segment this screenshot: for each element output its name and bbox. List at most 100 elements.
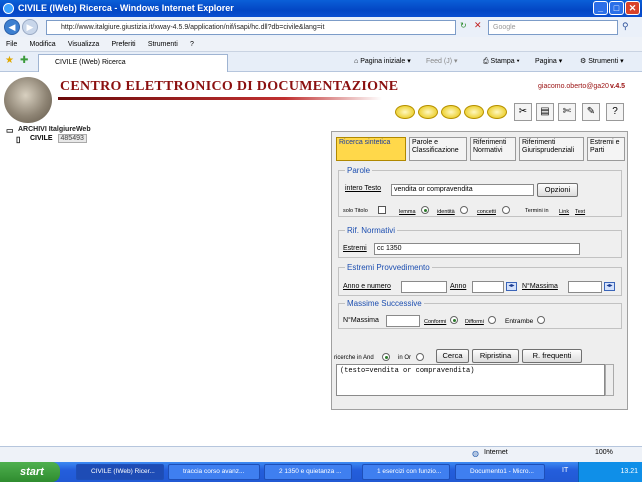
testo-label[interactable]: intero Testo <box>345 185 381 192</box>
anno-numero-input[interactable] <box>401 281 447 293</box>
anno-input[interactable] <box>472 281 504 293</box>
taskbar-item[interactable]: Documento1 - Micro... <box>455 464 545 480</box>
taskbar-item[interactable]: CIVILE (IWeb) Ricer... <box>76 464 164 480</box>
search-form-panel: Ricerca sintetica Parole e Classificazio… <box>331 131 628 410</box>
toolbar-oval-button[interactable] <box>464 105 484 119</box>
and-radio[interactable] <box>382 353 390 361</box>
back-button[interactable]: ◀ <box>4 19 20 35</box>
clock: 13.21 <box>620 468 638 475</box>
tree-root[interactable]: ▭ ARCHIVI ItalgiureWeb <box>6 126 91 135</box>
nmassima-label[interactable]: N°Massima <box>522 283 558 290</box>
search-icon[interactable]: ⚲ <box>622 21 629 32</box>
tab-parole-classificazione[interactable]: Parole e Classificazione <box>409 137 467 161</box>
testo-input[interactable]: vendita or compravendita <box>391 184 534 196</box>
tree-root-label: ARCHIVI ItalgiureWeb <box>18 126 91 133</box>
toolbar-oval-button[interactable] <box>441 105 461 119</box>
or-radio[interactable] <box>416 353 424 361</box>
feed-label: Feed (J) <box>426 58 453 65</box>
menu-visualizza[interactable]: Visualizza <box>68 37 99 52</box>
anno-numero-label[interactable]: Anno e numero <box>343 283 391 290</box>
refresh-icon[interactable]: ↻ <box>460 21 467 30</box>
menu-modifica[interactable]: Modifica <box>30 37 56 52</box>
tab-estremi-parti[interactable]: Estremi e Parti <box>587 137 625 161</box>
toolbar-oval-button[interactable] <box>418 105 438 119</box>
estremi-label[interactable]: Estremi <box>343 245 367 252</box>
lookup-arrows-icon[interactable]: ◂▸ <box>506 282 517 291</box>
toolbar-oval-button[interactable] <box>395 105 415 119</box>
taskbar-item-label: CIVILE (IWeb) Ricer... <box>91 468 155 475</box>
termini-label: Termini in <box>525 208 549 214</box>
menu-preferiti[interactable]: Preferiti <box>111 37 135 52</box>
close-button[interactable]: ✕ <box>625 1 640 15</box>
version-label: v.4.5 <box>610 83 626 90</box>
stop-icon[interactable]: ✕ <box>474 20 482 31</box>
anno-label[interactable]: Anno <box>450 283 466 290</box>
document-icon[interactable]: ▤ <box>536 103 554 121</box>
taskbar-item[interactable]: 2 1350 e quietanza ... <box>264 464 352 480</box>
maximize-button[interactable]: □ <box>609 1 624 15</box>
feed-command[interactable]: Feed (J) ▾ <box>426 55 458 68</box>
page-command[interactable]: Pagina ▾ <box>535 55 562 68</box>
opzioni-button[interactable]: Opzioni <box>537 183 578 197</box>
minimize-button[interactable]: _ <box>593 1 608 15</box>
tree-item-civile[interactable]: ▯ CIVILE 485493 <box>6 134 91 144</box>
difformi-label[interactable]: Difformi <box>465 319 484 325</box>
home-command[interactable]: ⌂ Pagina iniziale ▾ <box>354 55 411 68</box>
identita-label[interactable]: identità <box>437 209 455 215</box>
tools-command[interactable]: ⚙ Strumenti ▾ <box>580 55 624 68</box>
rif-normativi-section: Rif. Normativi Estremi cc 1350 <box>338 226 622 258</box>
conformi-radio[interactable] <box>450 316 458 324</box>
toolbar-oval-button[interactable] <box>487 105 507 119</box>
identita-radio[interactable] <box>460 206 468 214</box>
taskbar-item[interactable]: traccia corso avanz... <box>168 464 260 480</box>
print-label: Stampa <box>490 58 515 65</box>
termini-text[interactable]: Text <box>575 209 585 215</box>
solo-titolo-checkbox[interactable] <box>378 206 386 214</box>
language-indicator[interactable]: IT <box>562 467 568 474</box>
tab-riferimenti-normativi[interactable]: Riferimenti Normativi <box>470 137 516 161</box>
difformi-radio[interactable] <box>488 316 496 324</box>
lemma-radio[interactable] <box>421 206 429 214</box>
help-icon[interactable]: ? <box>606 103 624 121</box>
tools-label: Strumenti <box>588 58 619 65</box>
concetti-radio[interactable] <box>502 206 510 214</box>
ricerche-frequenti-button[interactable]: R. frequenti <box>522 349 582 363</box>
favorites-star-icon[interactable]: ★ <box>5 55 14 66</box>
taskbar-item[interactable]: 1 esercizi con funzio... <box>362 464 450 480</box>
menu-file[interactable]: File <box>6 37 17 52</box>
scissors-icon[interactable]: ✄ <box>558 103 576 121</box>
parole-legend: Parole <box>347 166 371 175</box>
start-button[interactable]: start <box>0 462 60 482</box>
cerca-button[interactable]: Cerca <box>436 349 469 363</box>
entrambe-radio[interactable] <box>537 316 545 324</box>
tab-ricerca-sintetica[interactable]: Ricerca sintetica <box>336 137 406 161</box>
start-label: start <box>20 466 44 478</box>
menu-strumenti[interactable]: Strumenti <box>148 37 178 52</box>
tree-item-label: CIVILE <box>30 135 53 142</box>
taskbar-item-label: traccia corso avanz... <box>183 468 245 475</box>
search-input[interactable]: Google <box>488 20 618 35</box>
massime-nmassima-input[interactable] <box>386 315 420 327</box>
ie-icon <box>3 3 14 14</box>
query-scrollbar[interactable] <box>605 364 614 396</box>
tools-icon[interactable]: ✂ <box>514 103 532 121</box>
lookup-arrows-icon[interactable]: ◂▸ <box>604 282 615 291</box>
ripristina-button[interactable]: Ripristina <box>472 349 519 363</box>
termini-link[interactable]: Link <box>559 209 569 215</box>
eraser-icon[interactable]: ✎ <box>582 103 600 121</box>
concetti-label[interactable]: concetti <box>477 209 496 215</box>
nmassima-input[interactable] <box>568 281 602 293</box>
estremi-input[interactable]: cc 1350 <box>374 243 580 255</box>
zoom-level[interactable]: 100% <box>595 449 613 456</box>
print-command[interactable]: ⎙ Stampa ▾ <box>483 55 520 68</box>
taskbar: start CIVILE (IWeb) Ricer... traccia cor… <box>0 462 642 482</box>
query-textarea[interactable]: (testo=vendita or compravendita) <box>336 364 605 396</box>
lemma-label[interactable]: lemma <box>399 209 416 215</box>
forward-button[interactable]: ▶ <box>22 19 38 35</box>
add-favorites-icon[interactable]: ✚ <box>20 55 28 66</box>
browser-tab[interactable]: CIVILE (IWeb) Ricerca <box>38 54 228 72</box>
menu-help[interactable]: ? <box>190 37 194 52</box>
tab-riferimenti-giurisprudenziali[interactable]: Riferimenti Giurisprudenziali <box>519 137 584 161</box>
address-bar[interactable]: http://www.italgiure.giustizia.it/xway-4… <box>46 20 456 35</box>
conformi-label[interactable]: Conformi <box>424 319 446 325</box>
